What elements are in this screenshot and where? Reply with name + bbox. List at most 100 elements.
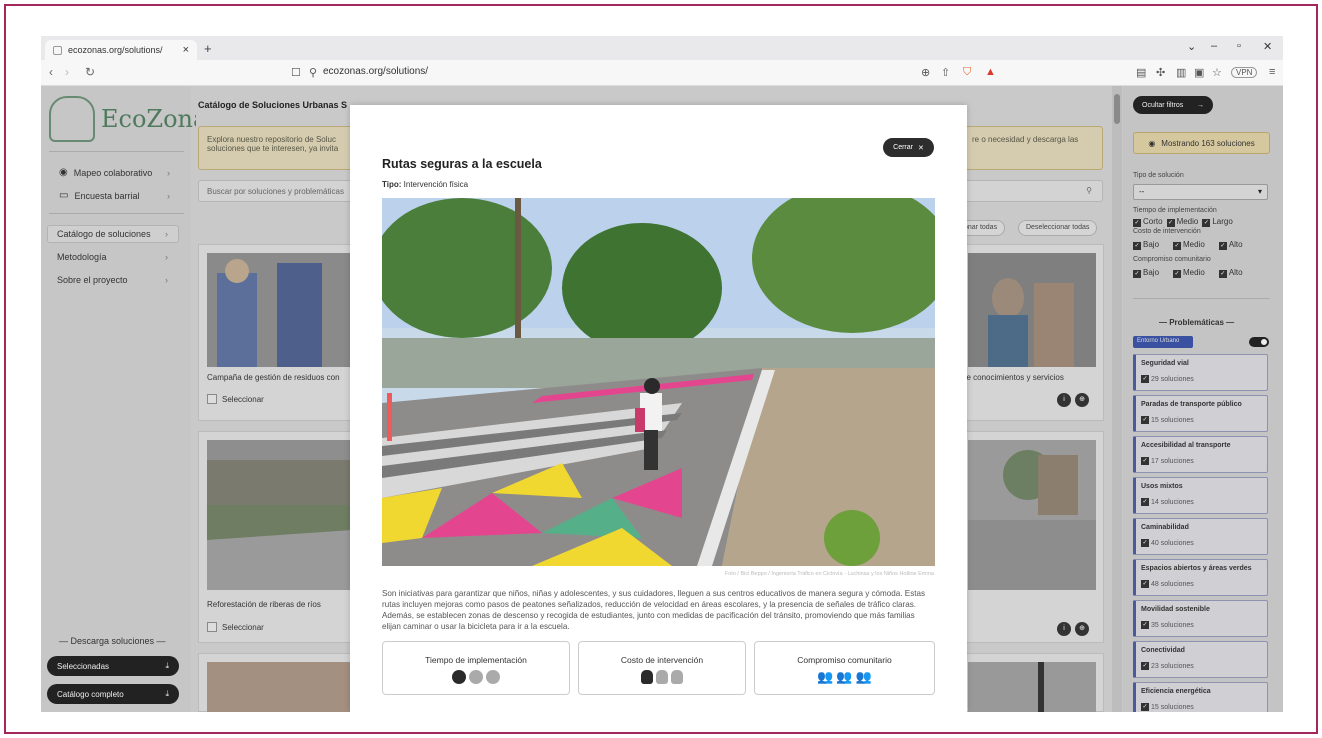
- chevron-right-icon: ›: [165, 229, 168, 239]
- checkbox-bajo[interactable]: ✓ Bajo: [1133, 240, 1159, 250]
- arrow-right-icon: →: [1197, 101, 1204, 109]
- hide-filters-label: Ocultar filtros: [1142, 101, 1184, 109]
- browser-tab[interactable]: ecozonas.org/solutions/ ×: [45, 40, 197, 60]
- divider: [1133, 298, 1270, 299]
- filters-sidebar: Ocultar filtros → ◉ Mostrando 163 soluci…: [1123, 86, 1283, 712]
- info-icon[interactable]: i: [1057, 622, 1071, 636]
- category-toggle[interactable]: [1249, 337, 1269, 347]
- minimize-icon[interactable]: –: [1211, 40, 1217, 52]
- checkbox-box: [207, 394, 217, 404]
- chevron-right-icon: ›: [165, 275, 168, 285]
- sidebar-toggle-icon[interactable]: ▤: [1136, 66, 1146, 79]
- menu-icon[interactable]: ≡: [1269, 66, 1275, 78]
- card-image: [207, 440, 352, 590]
- url-text[interactable]: ecozonas.org/solutions/: [323, 66, 428, 77]
- scrollbar-thumb[interactable]: [1114, 94, 1120, 124]
- problem-count[interactable]: ✓ 14 soluciones: [1141, 498, 1194, 506]
- problem-count[interactable]: ✓ 17 soluciones: [1141, 457, 1194, 465]
- browser-window: ecozonas.org/solutions/ × + ⌄ – ▫ ✕ ‹ › …: [41, 36, 1283, 712]
- problem-filter-item[interactable]: Seguridad vial ✓ 29 soluciones: [1133, 354, 1268, 391]
- problem-filter-item[interactable]: Movilidad sostenible ✓ 35 soluciones: [1133, 600, 1268, 637]
- page-scrollbar[interactable]: [1112, 86, 1122, 712]
- new-tab-icon[interactable]: +: [204, 41, 212, 56]
- type-select[interactable]: -- ▾: [1133, 184, 1268, 200]
- close-tab-icon[interactable]: ×: [183, 44, 189, 56]
- hide-filters-button[interactable]: Ocultar filtros →: [1133, 96, 1213, 114]
- problem-filter-item[interactable]: Espacios abiertos y áreas verdes ✓ 48 solu…: [1133, 559, 1268, 596]
- check-icon: ✓: [1133, 270, 1141, 278]
- nav-item-mapeo[interactable]: ◉ Mapeo colaborativo ›: [59, 167, 170, 178]
- forward-icon[interactable]: ›: [65, 65, 69, 79]
- extensions-icon[interactable]: ✣: [1156, 66, 1165, 79]
- nav-label: Metodología: [57, 252, 107, 262]
- problem-name: Paradas de transporte público: [1141, 401, 1242, 408]
- category-chip[interactable]: Entorno Urbano: [1133, 336, 1193, 348]
- deselect-all-button[interactable]: Deseleccionar todas: [1018, 220, 1098, 236]
- option-label: Medio: [1176, 217, 1199, 226]
- problem-filter-item[interactable]: Accesibilidad al transporte ✓ 17 solucione…: [1133, 436, 1268, 473]
- problem-filter-item[interactable]: Caminabilidad ✓ 40 soluciones: [1133, 518, 1268, 555]
- logo[interactable]: EcoZonas: [49, 96, 220, 142]
- reader-icon[interactable]: ▥: [1176, 66, 1186, 79]
- close-button[interactable]: Cerrar ✕: [883, 138, 934, 157]
- option-label: Alto: [1228, 240, 1243, 249]
- rewards-icon[interactable]: ▲: [985, 66, 996, 78]
- tab-list-icon[interactable]: ⌄: [1187, 40, 1196, 53]
- solution-card[interactable]: de conocimientos y servicios i ⊕: [961, 244, 1104, 421]
- address-bar-row: ‹ › ↻ ☐ ⚲ ecozonas.org/solutions/ ⊕ ⇧ ⛉ …: [41, 60, 1283, 86]
- solution-card[interactable]: i ⊕: [961, 431, 1104, 643]
- problem-filter-item[interactable]: Usos mixtos ✓ 14 soluciones: [1133, 477, 1268, 514]
- site-info-icon[interactable]: ⚲: [309, 66, 317, 79]
- shield-icon[interactable]: ⛉: [963, 66, 971, 79]
- maximize-icon[interactable]: ▫: [1237, 40, 1241, 52]
- problem-count[interactable]: ✓ 40 soluciones: [1141, 539, 1194, 547]
- problem-count[interactable]: ✓ 23 soluciones: [1141, 662, 1194, 670]
- search-icon[interactable]: ⚲: [1086, 186, 1092, 195]
- checkbox-bajo[interactable]: ✓ Bajo: [1133, 268, 1159, 278]
- problem-filter-item[interactable]: Conectividad ✓ 23 soluciones: [1133, 641, 1268, 678]
- download-selected-button[interactable]: Seleccionadas ⤓: [47, 656, 179, 676]
- solution-card[interactable]: [961, 653, 1104, 712]
- problem-count[interactable]: ✓ 15 soluciones: [1141, 416, 1194, 424]
- share-icon[interactable]: ⇧: [941, 66, 950, 79]
- check-icon: ✓: [1141, 662, 1149, 670]
- close-label: Cerrar: [893, 144, 913, 151]
- checkbox-medio[interactable]: ✓ Medio: [1173, 268, 1205, 278]
- info-icon[interactable]: i: [1057, 393, 1071, 407]
- download-all-button[interactable]: Catálogo completo ⤓: [47, 684, 179, 704]
- nav-item-encuesta[interactable]: ▭ Encuesta barrial ›: [59, 190, 170, 201]
- link-icon[interactable]: ⊕: [1075, 393, 1089, 407]
- checkbox-largo[interactable]: ✓ Largo: [1202, 217, 1233, 227]
- checkbox-alto[interactable]: ✓ Alto: [1218, 268, 1243, 278]
- problem-name: Seguridad vial: [1141, 360, 1189, 367]
- problem-filter-item[interactable]: Paradas de transporte público ✓ 15 solucio…: [1133, 395, 1268, 432]
- checkbox-medio[interactable]: ✓ Medio: [1166, 217, 1199, 227]
- nav-item-catalogo[interactable]: Catálogo de soluciones ›: [57, 229, 168, 239]
- problem-count[interactable]: ✓ 48 soluciones: [1141, 580, 1194, 588]
- problem-name: Accesibilidad al transporte: [1141, 442, 1231, 449]
- nav-item-sobre[interactable]: Sobre el proyecto ›: [57, 275, 168, 285]
- reload-icon[interactable]: ↻: [85, 65, 95, 79]
- checkbox-medio[interactable]: ✓ Medio: [1173, 240, 1205, 250]
- select-checkbox[interactable]: Seleccionar: [207, 394, 264, 404]
- star-icon[interactable]: ☆: [1212, 66, 1222, 79]
- bookmark-icon[interactable]: ☐: [291, 66, 301, 79]
- problem-count[interactable]: ✓ 29 soluciones: [1141, 375, 1194, 383]
- problem-filter-item[interactable]: Eficiencia energética ✓ 15 soluciones: [1133, 682, 1268, 712]
- problem-count[interactable]: ✓ 35 soluciones: [1141, 621, 1194, 629]
- nav-item-metodologia[interactable]: Metodología ›: [57, 252, 168, 262]
- checkbox-corto[interactable]: ✓ Corto: [1133, 217, 1163, 227]
- vpn-button[interactable]: VPN: [1231, 67, 1258, 78]
- back-icon[interactable]: ‹: [49, 65, 53, 79]
- close-window-icon[interactable]: ✕: [1263, 40, 1272, 53]
- wallet-icon[interactable]: ▣: [1194, 66, 1204, 79]
- select-checkbox[interactable]: Seleccionar: [207, 622, 264, 632]
- problem-count[interactable]: ✓ 15 soluciones: [1141, 703, 1194, 711]
- zoom-icon[interactable]: ⊕: [921, 66, 930, 79]
- problem-name: Movilidad sostenible: [1141, 606, 1210, 613]
- count-label: 17 soluciones: [1151, 457, 1194, 465]
- download-selected-label: Seleccionadas: [57, 661, 110, 671]
- link-icon[interactable]: ⊕: [1075, 622, 1089, 636]
- tab-title: ecozonas.org/solutions/: [68, 45, 163, 55]
- checkbox-alto[interactable]: ✓ Alto: [1218, 240, 1243, 250]
